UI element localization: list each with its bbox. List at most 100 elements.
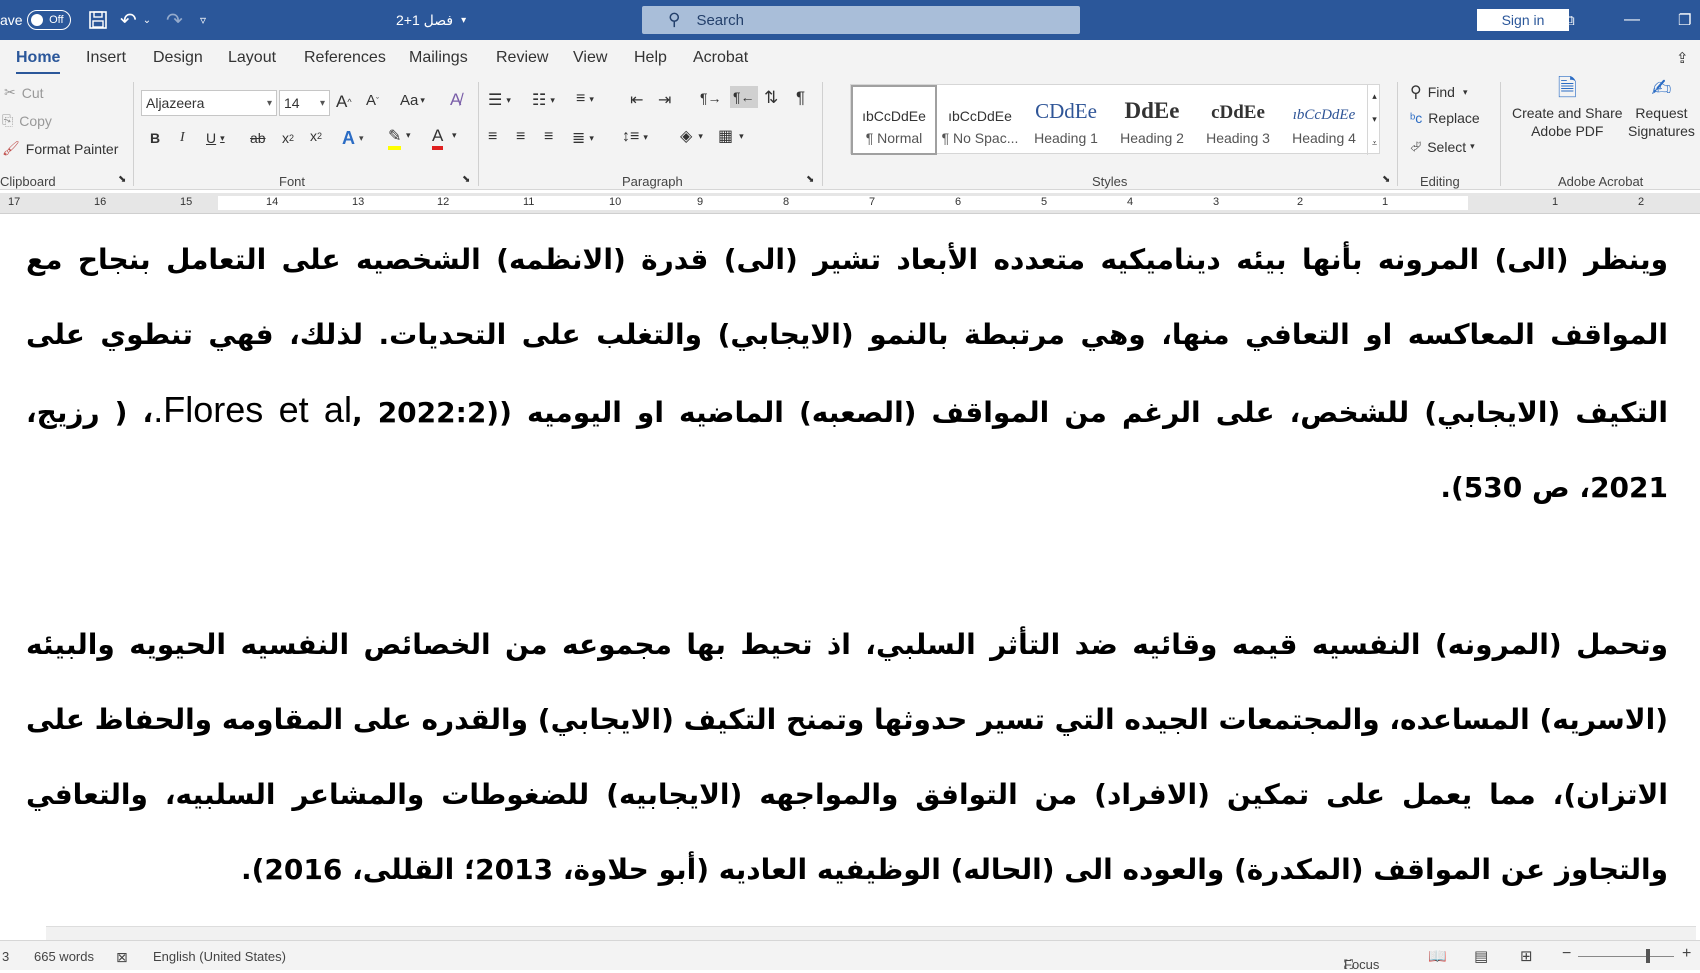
sign-in-button[interactable]: Sign in [1477,9,1569,31]
style-name: Heading 4 [1292,130,1356,146]
shading-icon[interactable]: ◈ ▾ [680,126,703,146]
underline-icon[interactable]: U ▾ [206,130,225,146]
bold-icon[interactable]: B [150,130,160,146]
ruler[interactable]: 17 16 15 14 13 12 11 10 9 8 7 6 5 4 3 2 … [0,193,1700,214]
ltr-icon[interactable]: ¶→ [700,90,722,106]
clipboard-launcher-icon[interactable]: ⬊ [118,174,126,185]
minimize-icon[interactable]: — [1624,0,1640,40]
numbering-icon[interactable]: ☷ ▾ [532,90,555,110]
editing-group-label: Editing [1420,174,1460,189]
justify-icon[interactable]: ≣ ▾ [572,128,594,148]
style-heading-1[interactable]: CDdEe Heading 1 [1023,85,1109,155]
clear-formatting-icon[interactable]: A̸ [450,90,461,110]
styles-scroll[interactable]: ▴ ▾ ⩡ [1367,85,1381,155]
read-mode-icon[interactable]: 📖 [1428,947,1447,965]
style-no-spacing[interactable]: ıbCcDdEe ¶ No Spac... [937,85,1023,155]
ribbon-display-icon[interactable]: ⧉ [1564,0,1575,40]
chevron-up-icon[interactable]: ▴ [1372,91,1377,102]
rtl-icon[interactable]: ¶← [730,86,758,108]
tab-acrobat[interactable]: Acrobat [693,49,748,67]
print-layout-icon[interactable]: ▤ [1474,947,1488,965]
create-share-pdf-button[interactable]: 🗎 Create and Share Adobe PDF [1512,77,1623,140]
font-launcher-icon[interactable]: ⬊ [462,174,470,185]
web-layout-icon[interactable]: ⊞ [1520,947,1533,965]
language-status[interactable]: English (United States) [153,949,286,964]
ribbon-tabs: Home Insert Design Layout References Mai… [0,40,1700,75]
text-effects-icon[interactable]: A ▾ [342,128,364,149]
highlight-icon[interactable]: ✎ [388,126,402,150]
align-right-icon[interactable]: ≡ [544,128,553,146]
font-size-box[interactable]: 14 ▾ [279,90,330,116]
customize-qat-icon[interactable]: ▿ [200,0,206,40]
select-button[interactable]: ⮰ Select ▾ [1410,138,1475,155]
tab-review[interactable]: Review [496,49,548,67]
word-count[interactable]: 665 words [34,949,94,964]
format-painter-button[interactable]: 🖌 Format Painter [2,140,118,157]
align-center-icon[interactable]: ≡ [516,128,525,146]
style-heading-3[interactable]: cDdEe Heading 3 [1195,85,1281,155]
align-left-icon[interactable]: ≡ [488,128,497,146]
zoom-slider[interactable] [1578,956,1674,957]
ruler-number: 11 [523,196,535,208]
restore-icon[interactable]: ❐ [1678,0,1691,40]
show-marks-icon[interactable]: ¶ [796,88,805,108]
tab-insert[interactable]: Insert [86,49,126,67]
shrink-font-icon[interactable]: Aˇ [366,92,379,109]
increase-indent-icon[interactable]: ⇥ [658,90,671,110]
bullets-icon[interactable]: ☰ ▾ [488,90,511,110]
style-heading-4[interactable]: ıbCcDdEe Heading 4 [1281,85,1367,155]
document-paragraph-1[interactable]: وينظر (الى) المرونه بأنها بيئه ديناميكيه… [26,222,1668,525]
style-heading-2[interactable]: DdEe Heading 2 [1109,85,1195,155]
page-indicator[interactable]: 3 [2,949,9,964]
multilevel-list-icon[interactable]: ≡ ▾ [576,90,594,108]
proofing-icon[interactable]: ⊠ [116,949,128,966]
undo-icon[interactable]: ↶ ⌄ [120,0,151,40]
horizontal-scrollbar[interactable] [46,926,1696,940]
grow-font-icon[interactable]: A ^ [336,92,352,112]
styles-launcher-icon[interactable]: ⬊ [1382,174,1390,185]
share-icon[interactable]: ⇪ [1676,49,1689,67]
tab-mailings[interactable]: Mailings [409,49,468,67]
line-spacing-icon[interactable]: ↕≡ ▾ [622,128,648,146]
paragraph-launcher-icon[interactable]: ⬊ [806,174,814,185]
style-name: ¶ Normal [865,130,923,146]
strikethrough-icon[interactable]: ab [250,130,266,146]
superscript-icon[interactable]: x2 [310,128,322,144]
tab-home[interactable]: Home [16,49,61,75]
italic-icon[interactable]: I [180,130,185,146]
decrease-indent-icon[interactable]: ⇤ [630,90,643,110]
document-paragraph-2[interactable]: وتحمل (المرونه) النفسيه قيمه وقائيه ضد ا… [26,607,1668,907]
find-button[interactable]: ⚲ Find ▾ [1410,82,1467,102]
ruler-number: 9 [697,196,704,208]
more-styles-icon[interactable]: ⩡ [1372,138,1377,149]
cut-button[interactable]: ✂ Cut [4,84,44,101]
search-box[interactable]: ⚲ Search [642,6,1080,34]
tab-view[interactable]: View [573,49,607,67]
zoom-in-icon[interactable]: + [1682,945,1691,963]
style-normal[interactable]: ıbCcDdEe ¶ Normal [851,85,937,155]
font-name-box[interactable]: Aljazeera ▾ [141,90,277,116]
chevron-down-icon[interactable]: ▾ [452,130,457,141]
redo-icon[interactable]: ↷ [166,0,183,40]
replace-button[interactable]: ᵇc Replace [1410,110,1480,126]
tab-design[interactable]: Design [153,49,203,67]
chevron-down-icon[interactable]: ▾ [1372,114,1377,125]
subscript-icon[interactable]: x2 [282,130,294,146]
zoom-out-icon[interactable]: − [1562,945,1571,963]
autosave-toggle[interactable]: Off [26,10,71,30]
document-page[interactable]: وينظر (الى) المرونه بأنها بيئه ديناميكيه… [0,214,1700,928]
copy-button[interactable]: ⎘ Copy [2,112,52,129]
chevron-down-icon[interactable]: ▾ [406,130,411,141]
tab-layout[interactable]: Layout [228,49,276,67]
document-title[interactable]: 2+1 فصل ▾ [396,0,466,40]
tab-references[interactable]: References [304,49,386,67]
zoom-slider-thumb[interactable] [1646,949,1650,963]
borders-icon[interactable]: ▦ ▾ [718,126,744,146]
sort-icon[interactable]: ⇅ [764,88,778,108]
font-color-icon[interactable]: A [432,126,444,150]
tab-help[interactable]: Help [634,49,667,67]
save-icon[interactable] [88,0,108,40]
request-signatures-button[interactable]: ✍ Request Signatures [1628,77,1695,140]
autosave[interactable]: ave Off [0,0,71,40]
change-case-icon[interactable]: Aa ▾ [400,92,425,109]
